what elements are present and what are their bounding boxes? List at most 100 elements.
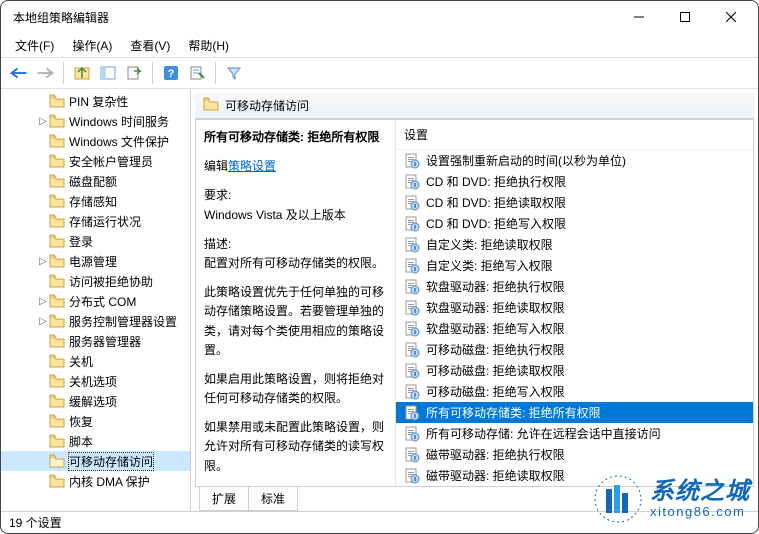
tree-item[interactable]: ▷Windows 时间服务 — [1, 111, 190, 131]
tree-item-label: 访问被拒绝协助 — [69, 273, 153, 290]
tree-item[interactable]: PIN 复杂性 — [1, 91, 190, 111]
setting-item[interactable]: 可移动磁盘: 拒绝读取权限 — [396, 360, 753, 381]
tree-item[interactable]: 存储运行状况 — [1, 211, 190, 231]
setting-item[interactable]: 所有可移动存储: 允许在远程会话中直接访问 — [396, 423, 753, 444]
setting-item[interactable]: CD 和 DVD: 拒绝执行权限 — [396, 171, 753, 192]
description-para1: 此策略设置优先于任何单独的可移动存储策略设置。若要管理单独的类，请对每个类使用相… — [204, 283, 387, 360]
tree-item[interactable]: 可移动存储访问 — [1, 451, 190, 471]
properties-button[interactable] — [185, 61, 209, 85]
show-hide-tree-button[interactable] — [96, 61, 120, 85]
setting-item[interactable]: 自定义类: 拒绝写入权限 — [396, 255, 753, 276]
tree-item[interactable]: 缓解选项 — [1, 391, 190, 411]
tree-item-label: 内核 DMA 保护 — [69, 473, 150, 490]
setting-item[interactable]: 设置强制重新启动的时间(以秒为单位) — [396, 150, 753, 171]
window-controls — [616, 1, 754, 33]
setting-item[interactable]: 软盘驱动器: 拒绝执行权限 — [396, 276, 753, 297]
settings-list-pane: 设置 设置强制重新启动的时间(以秒为单位) CD 和 DVD: 拒绝执行权限 CD … — [396, 120, 753, 486]
tree-item[interactable]: 服务器管理器 — [1, 331, 190, 351]
help-button[interactable]: ? — [159, 61, 183, 85]
expand-icon[interactable]: ▷ — [37, 256, 49, 267]
settings-column-header[interactable]: 设置 — [396, 120, 753, 150]
expand-icon[interactable]: ▷ — [37, 296, 49, 307]
up-button[interactable] — [70, 61, 94, 85]
tree-item-label: Windows 文件保护 — [69, 133, 169, 150]
setting-label: 可移动磁盘: 拒绝写入权限 — [426, 383, 565, 400]
setting-label: 设置强制重新启动的时间(以秒为单位) — [426, 152, 626, 169]
setting-label: CD 和 DVD: 拒绝读取权限 — [426, 194, 566, 211]
menu-action[interactable]: 操作(A) — [66, 35, 118, 56]
tree-item[interactable]: 关机选项 — [1, 371, 190, 391]
tree-item[interactable]: 访问被拒绝协助 — [1, 271, 190, 291]
edit-policy-link[interactable]: 策略设置 — [228, 159, 276, 173]
setting-item[interactable]: CD 和 DVD: 拒绝写入权限 — [396, 213, 753, 234]
tree-item[interactable]: 登录 — [1, 231, 190, 251]
export-button[interactable] — [122, 61, 146, 85]
titlebar: 本地组策略编辑器 — [1, 1, 758, 33]
watermark-url: xitong86.com — [650, 505, 750, 519]
policy-icon — [404, 468, 420, 484]
tree-item[interactable]: 存储感知 — [1, 191, 190, 211]
status-text: 19 个设置 — [9, 514, 62, 531]
setting-item[interactable]: 磁带驱动器: 拒绝执行权限 — [396, 444, 753, 465]
tree-item-label: 脚本 — [69, 433, 93, 450]
policy-icon — [404, 237, 420, 253]
menu-file[interactable]: 文件(F) — [9, 35, 60, 56]
tree-item-label: 存储感知 — [69, 193, 117, 210]
tree-item-label: 安全帐户管理员 — [69, 153, 153, 170]
policy-icon — [404, 342, 420, 358]
filter-button[interactable] — [222, 61, 246, 85]
setting-label: 可移动磁盘: 拒绝读取权限 — [426, 362, 565, 379]
details-body: 所有可移动存储类: 拒绝所有权限 编辑策略设置 要求: Windows Vist… — [195, 119, 754, 487]
description-label: 描述: — [204, 235, 387, 254]
policy-icon — [404, 384, 420, 400]
menu-view[interactable]: 查看(V) — [124, 35, 176, 56]
menu-help[interactable]: 帮助(H) — [182, 35, 235, 56]
setting-label: 磁带驱动器: 拒绝读取权限 — [426, 467, 565, 484]
policy-icon — [404, 426, 420, 442]
navigation-tree[interactable]: PIN 复杂性▷Windows 时间服务 Windows 文件保护安全帐户管理员磁… — [1, 89, 191, 511]
details-header: 可移动存储访问 — [195, 93, 754, 119]
policy-icon — [404, 258, 420, 274]
expand-icon[interactable]: ▷ — [37, 316, 49, 327]
setting-item[interactable]: 软盘驱动器: 拒绝写入权限 — [396, 318, 753, 339]
setting-item[interactable]: 软盘驱动器: 拒绝读取权限 — [396, 297, 753, 318]
tree-item[interactable]: ▷电源管理 — [1, 251, 190, 271]
setting-label: 软盘驱动器: 拒绝执行权限 — [426, 278, 565, 295]
folder-icon — [49, 214, 65, 228]
tree-item[interactable]: Windows 文件保护 — [1, 131, 190, 151]
setting-item[interactable]: CD 和 DVD: 拒绝读取权限 — [396, 192, 753, 213]
policy-title: 所有可移动存储类: 拒绝所有权限 — [204, 128, 387, 147]
tree-item[interactable]: 磁盘配额 — [1, 171, 190, 191]
tree-item[interactable]: 脚本 — [1, 431, 190, 451]
setting-item[interactable]: 所有可移动存储类: 拒绝所有权限 — [396, 402, 753, 423]
tree-item[interactable]: 恢复 — [1, 411, 190, 431]
folder-icon — [49, 114, 65, 128]
close-button[interactable] — [708, 1, 754, 33]
forward-button[interactable] — [33, 61, 57, 85]
tab-standard[interactable]: 标准 — [248, 487, 298, 511]
minimize-button[interactable] — [616, 1, 662, 33]
setting-item[interactable]: 自定义类: 拒绝读取权限 — [396, 234, 753, 255]
tree-item[interactable]: 安全帐户管理员 — [1, 151, 190, 171]
description-value: 配置对所有可移动存储类的权限。 — [204, 254, 387, 273]
back-button[interactable] — [7, 61, 31, 85]
tree-item[interactable]: ▷服务控制管理器设置 — [1, 311, 190, 331]
setting-label: 软盘驱动器: 拒绝写入权限 — [426, 320, 565, 337]
tree-item-label: PIN 复杂性 — [69, 93, 128, 110]
folder-icon — [49, 174, 65, 188]
setting-label: 所有可移动存储: 允许在远程会话中直接访问 — [426, 425, 661, 442]
tree-item[interactable]: ▷分布式 COM — [1, 291, 190, 311]
expand-icon[interactable]: ▷ — [37, 116, 49, 127]
maximize-button[interactable] — [662, 1, 708, 33]
policy-icon — [404, 216, 420, 232]
setting-item[interactable]: 可移动磁盘: 拒绝执行权限 — [396, 339, 753, 360]
tree-item[interactable]: 内核 DMA 保护 — [1, 471, 190, 491]
tree-item-label: 服务器管理器 — [69, 333, 141, 350]
settings-list[interactable]: 设置强制重新启动的时间(以秒为单位) CD 和 DVD: 拒绝执行权限 CD 和 D… — [396, 150, 753, 486]
folder-icon — [49, 254, 65, 268]
setting-label: CD 和 DVD: 拒绝写入权限 — [426, 215, 566, 232]
setting-item[interactable]: 可移动磁盘: 拒绝写入权限 — [396, 381, 753, 402]
tree-item[interactable]: 关机 — [1, 351, 190, 371]
tab-extended[interactable]: 扩展 — [199, 487, 249, 511]
policy-icon — [404, 174, 420, 190]
